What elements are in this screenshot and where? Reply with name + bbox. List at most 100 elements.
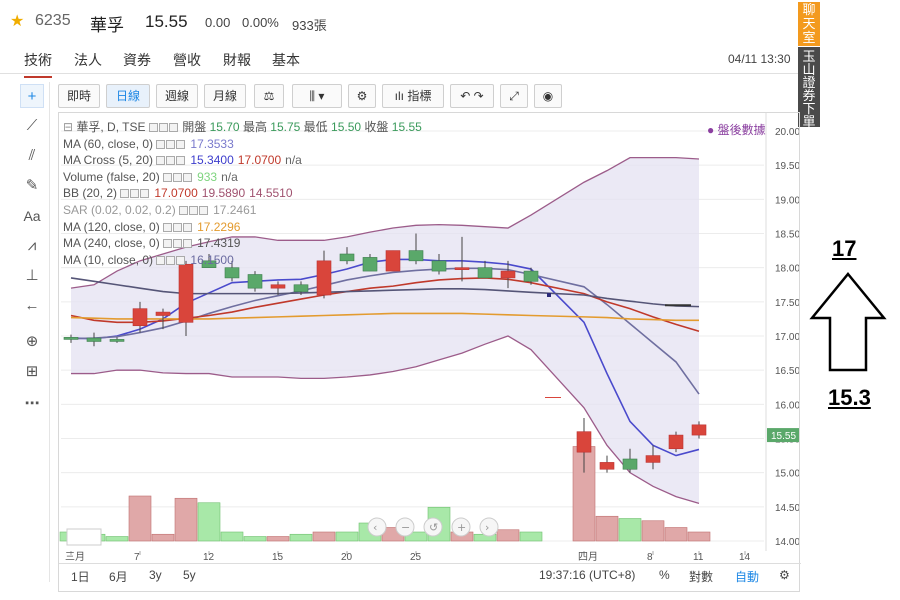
x-tick-label: 8 xyxy=(647,552,653,563)
broker-order-button[interactable]: 玉山證券下單 xyxy=(798,47,820,128)
side-banner: 聊天室 玉山證券下單 xyxy=(798,2,820,128)
volume-bar xyxy=(618,518,642,542)
chart-style-button[interactable]: ⫼ ▾ xyxy=(292,84,342,108)
legend-row-value: 17.3533 xyxy=(190,136,234,151)
legend-row: MA (240, close, 0) 17.4319 xyxy=(63,235,422,252)
auto-scale-toggle[interactable]: 自動 xyxy=(735,568,759,585)
tab-revenue[interactable]: 營收 xyxy=(173,50,201,70)
interval-monthly-button[interactable]: 月線 xyxy=(204,84,246,108)
indicators-button[interactable]: ılı 指標 xyxy=(382,84,444,108)
range-3y[interactable]: 3y xyxy=(149,568,162,582)
undo-redo-button[interactable]: ↶ ↷ xyxy=(450,84,494,108)
volume-bar xyxy=(243,536,267,542)
tab-technical[interactable]: 技術 xyxy=(24,50,52,78)
zoom-control-icon: ‹ xyxy=(373,521,377,534)
candle-body xyxy=(132,308,148,327)
text-tool-icon[interactable]: Aa xyxy=(20,204,44,228)
volume-bar xyxy=(197,502,221,542)
stock-code: 6235 xyxy=(35,12,71,29)
brush-icon[interactable]: ✎ xyxy=(20,174,44,198)
after-hours-label[interactable]: ● 盤後數據 xyxy=(707,121,766,138)
y-tick-label: 19.50 xyxy=(775,161,799,172)
candle-body xyxy=(63,337,79,340)
chatroom-button[interactable]: 聊天室 xyxy=(798,2,820,46)
pattern-icon[interactable]: ⩘ xyxy=(20,234,44,258)
stock-price: 15.55 xyxy=(145,12,188,31)
volume-bar xyxy=(151,533,175,542)
legend-row-label: MA (10, close, 0) xyxy=(63,252,154,267)
price-change-percent: 0.00% xyxy=(242,15,279,30)
volume-bar xyxy=(641,520,665,542)
measure-icon[interactable]: ⊥ xyxy=(20,264,44,288)
update-time: 04/11 13:30 xyxy=(728,52,791,66)
fib-icon[interactable]: ⫽ xyxy=(20,144,44,168)
compare-scale-icon[interactable]: ⚖ xyxy=(254,84,284,108)
candle-body xyxy=(454,267,470,270)
x-tick-label: 12 xyxy=(203,552,215,563)
x-tick-label: 三月 xyxy=(65,551,85,563)
percent-toggle[interactable]: % xyxy=(659,568,670,582)
interval-daily-button[interactable]: 日線 xyxy=(106,84,150,108)
up-arrow-icon xyxy=(809,272,887,372)
candle-body xyxy=(523,270,539,282)
volume-bar xyxy=(595,515,619,542)
favorite-star-icon[interactable]: ★ xyxy=(10,11,24,31)
volume-bar xyxy=(289,533,313,542)
annotation-target-price: 17 xyxy=(832,236,857,261)
legend-open: 15.70 xyxy=(209,120,240,134)
tab-institutional[interactable]: 法人 xyxy=(74,50,102,70)
fullscreen-icon[interactable]: ⤢ xyxy=(500,84,528,108)
trendline-icon[interactable]: ⟋ xyxy=(20,114,44,138)
legend-row: Volume (false, 20) 933 n/a xyxy=(63,169,422,186)
stock-name: 華孚 xyxy=(90,16,124,35)
legend-main: ⊟ 華孚, D, TSE 開盤 15.70 最高 15.75 最低 15.50 … xyxy=(63,120,422,134)
legend-row-value: 14.5510 xyxy=(249,186,293,201)
more-icon[interactable]: ⋯ xyxy=(20,392,44,416)
candle-body xyxy=(576,431,592,453)
zoom-control-icon: › xyxy=(485,521,489,534)
candle-body xyxy=(86,337,102,342)
range-5y[interactable]: 5y xyxy=(183,568,196,582)
annotation-base-price: 15.3 xyxy=(828,385,871,410)
legend-high: 15.75 xyxy=(270,120,301,134)
range-1d[interactable]: 1日 xyxy=(71,568,90,585)
volume-lots: 933張 xyxy=(292,18,327,33)
candle-body xyxy=(293,284,309,292)
candle-body xyxy=(599,462,615,470)
chart-toolbar: 即時 日線 週線 月線 ⚖ ⫼ ▾ ⚙ ılı 指標 ↶ ↷ ⤢ ◉ xyxy=(58,84,562,108)
volume-bar xyxy=(664,527,688,542)
quote-header: ★ 6235 華孚 15.55 0.00 0.00% 933張 xyxy=(0,0,800,40)
tab-margin[interactable]: 資券 xyxy=(123,50,151,70)
crosshair-icon[interactable]: + xyxy=(20,84,44,108)
range-6m[interactable]: 6月 xyxy=(109,568,128,585)
interval-realtime-button[interactable]: 即時 xyxy=(58,84,100,108)
tab-basics[interactable]: 基本 xyxy=(272,50,300,70)
legend-row-label: SAR (0.02, 0.02, 0.2) xyxy=(63,202,176,217)
y-tick-label: 14.50 xyxy=(775,503,799,514)
back-arrow-icon[interactable]: ← xyxy=(20,294,44,318)
snapshot-camera-icon[interactable]: ◉ xyxy=(534,84,562,108)
y-tick-label: 20.00 xyxy=(775,127,799,138)
volume-bar xyxy=(519,531,543,542)
volume-bar xyxy=(335,531,359,542)
ruler-icon[interactable]: ⊞ xyxy=(20,360,44,384)
legend-row-value: 17.0700 xyxy=(154,186,198,201)
drawing-toolbar: + ⟋ ⫽ ✎ Aa ⩘ ⊥ ← ⊕ ⊞ ⋯ xyxy=(14,82,50,582)
zoom-icon[interactable]: ⊕ xyxy=(20,330,44,354)
candle-body xyxy=(622,458,638,470)
clock: 19:37:16 (UTC+8) xyxy=(539,568,636,582)
log-toggle[interactable]: 對數 xyxy=(689,568,713,585)
interval-weekly-button[interactable]: 週線 xyxy=(156,84,198,108)
candle-body xyxy=(431,260,447,272)
y-tick-label: 16.50 xyxy=(775,366,799,377)
legend-row-value: 16.1500 xyxy=(190,252,234,267)
legend-row: MA (120, close, 0) 17.2296 xyxy=(63,219,422,236)
chart-panel[interactable]: 20.00 19.50 19.00 18.50 18.00 17.50 17.00 16.50… xyxy=(58,112,801,592)
candle-body xyxy=(270,284,286,289)
settings-gear-icon[interactable]: ⚙ xyxy=(348,84,376,108)
candle-body xyxy=(247,274,263,289)
scale-settings-gear-icon[interactable]: ⚙ xyxy=(779,568,790,582)
tab-financials[interactable]: 財報 xyxy=(223,50,251,70)
last-price-label: 15.55 xyxy=(771,431,796,442)
candle-body xyxy=(155,311,171,316)
